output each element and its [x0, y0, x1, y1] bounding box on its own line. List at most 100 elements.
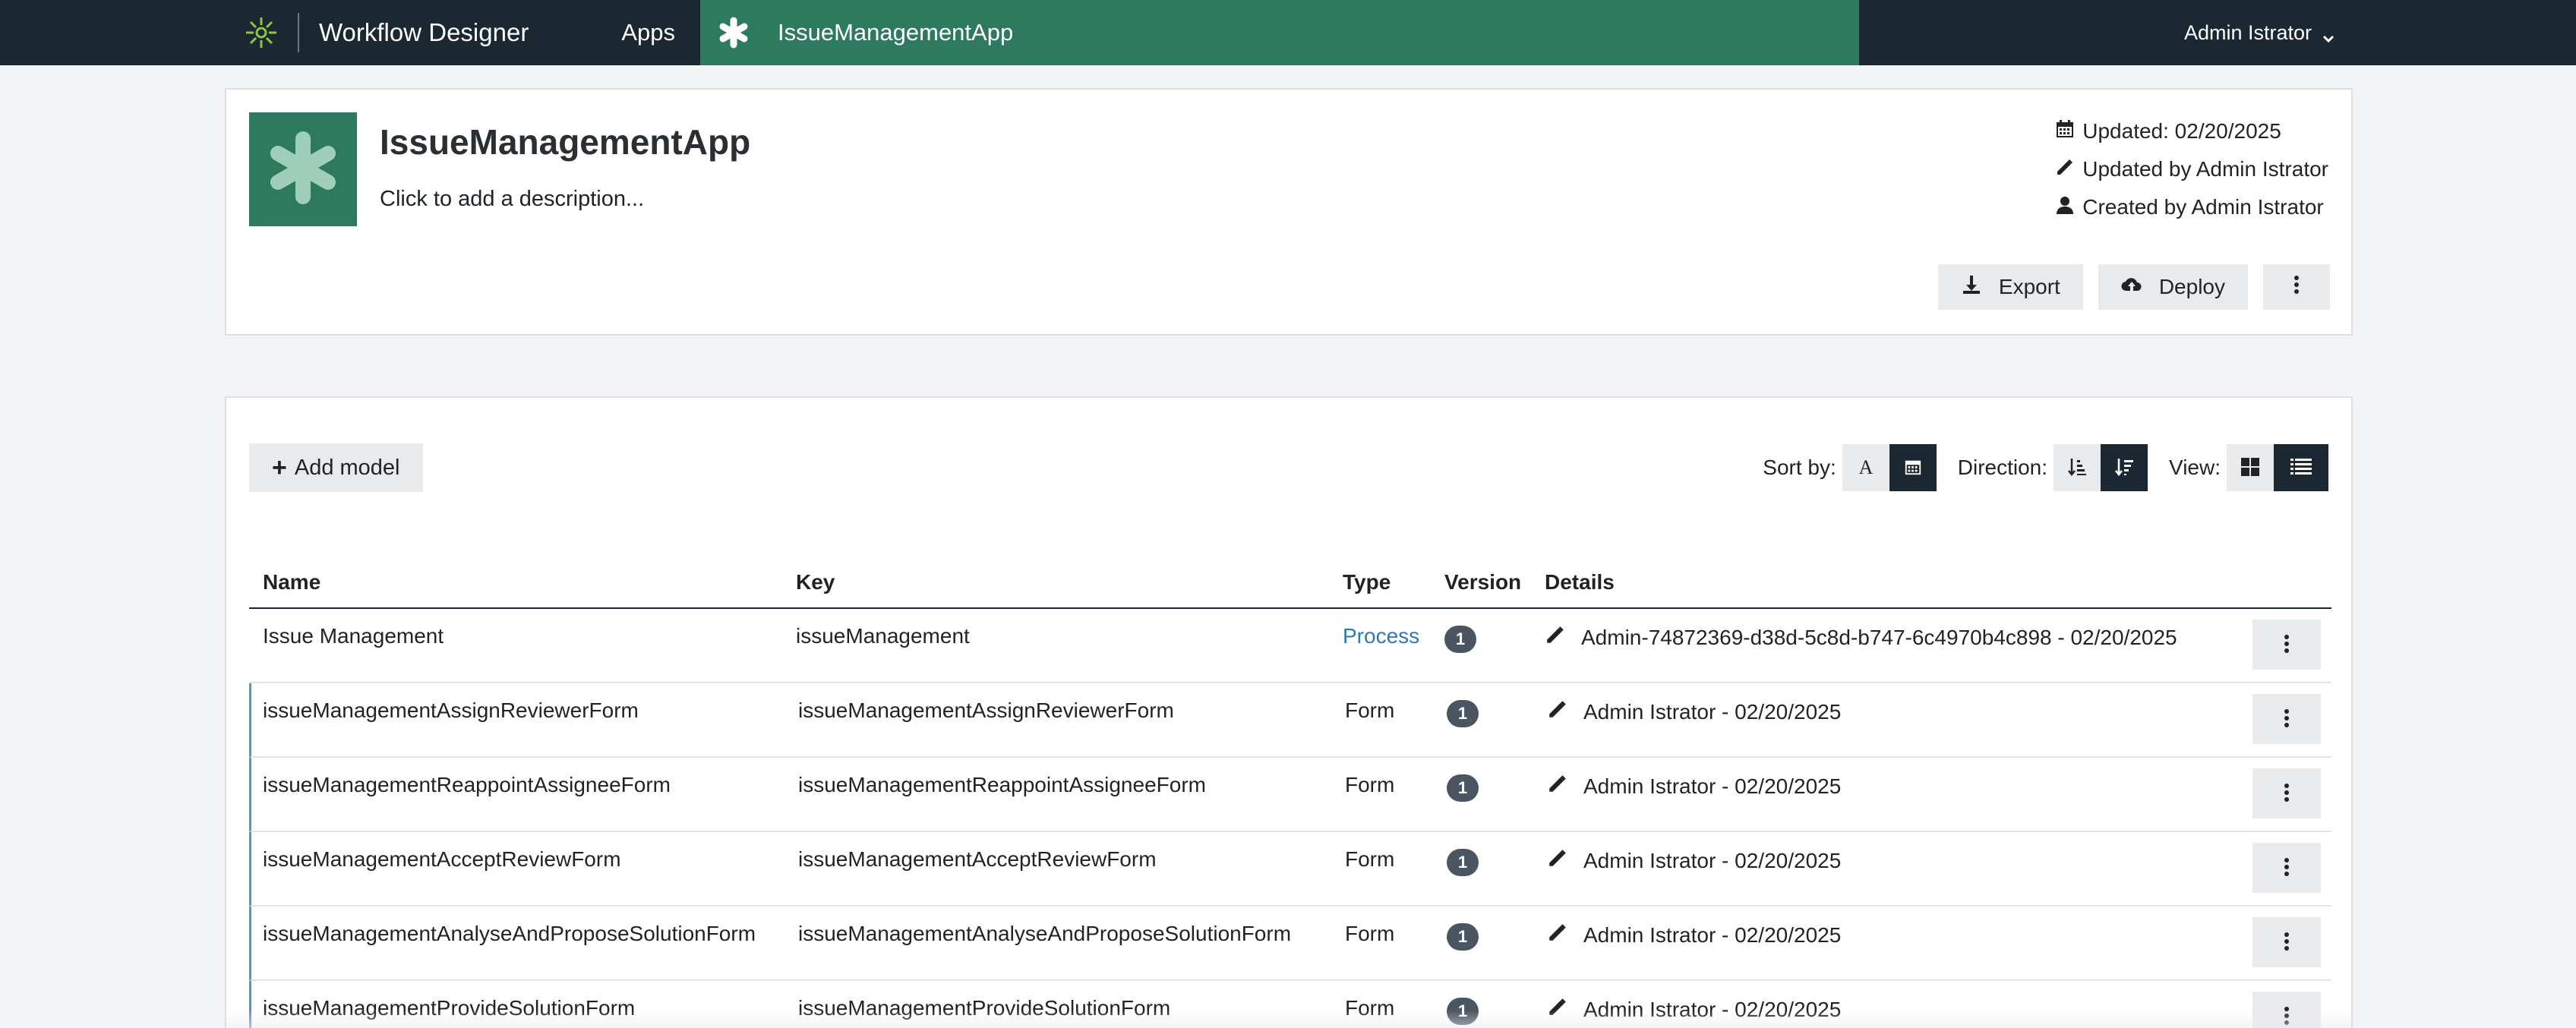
model-type: Form — [1345, 773, 1395, 796]
model-version-cell: 1 — [1447, 907, 1547, 951]
cloud-upload-icon — [2121, 274, 2159, 301]
nav-apps-link[interactable]: Apps — [621, 19, 675, 46]
models-table: Name Key Type Version Details Issue Mana… — [249, 557, 2331, 1028]
grid-view-button[interactable] — [2227, 444, 2274, 491]
direction-group — [2054, 444, 2148, 491]
model-name[interactable]: Issue Management — [249, 609, 796, 648]
table-row[interactable]: issueManagementAcceptReviewForm issueMan… — [249, 832, 2331, 907]
model-version-cell: 1 — [1447, 758, 1547, 802]
more-vertical-icon — [2276, 782, 2297, 806]
model-name[interactable]: issueManagementReappointAssigneeForm — [251, 758, 798, 797]
pencil-icon — [1547, 847, 1583, 874]
model-version-cell: 1 — [1447, 832, 1547, 876]
table-row[interactable]: issueManagementAnalyseAndProposeSolution… — [249, 907, 2331, 981]
sort-by-label: Sort by: — [1763, 456, 1836, 479]
model-key: issueManagementAcceptReviewForm — [798, 847, 1157, 871]
app-description[interactable]: Click to add a description... — [380, 187, 644, 212]
deploy-label: Deploy — [2158, 275, 2225, 298]
row-more-button[interactable] — [2252, 768, 2321, 818]
row-more-button[interactable] — [2252, 620, 2321, 670]
version-badge: 1 — [1444, 626, 1476, 653]
table-row[interactable]: issueManagementAssignReviewerForm issueM… — [249, 683, 2331, 758]
user-icon — [2055, 195, 2082, 220]
row-more-button[interactable] — [2252, 917, 2321, 967]
more-vertical-icon — [2276, 708, 2297, 731]
deploy-button[interactable]: Deploy — [2098, 264, 2248, 310]
model-type: Form — [1345, 922, 1395, 945]
export-button[interactable]: Export — [1937, 264, 2083, 310]
details-text: Admin Istrator - 02/20/2025 — [1583, 699, 1842, 724]
direction-label: Direction: — [1957, 456, 2048, 479]
created-by: Created by Admin Istrator — [2055, 188, 2328, 226]
app-metadata: Updated: 02/20/2025 Updated by Admin Ist… — [2055, 112, 2328, 226]
details-text: Admin Istrator - 02/20/2025 — [1583, 774, 1842, 798]
brand[interactable]: Workflow Designer — [0, 0, 529, 65]
brand-divider — [298, 13, 299, 52]
more-vertical-icon — [2276, 856, 2297, 880]
sort-ascending-icon — [2066, 456, 2088, 480]
pencil-icon — [2055, 157, 2082, 182]
table-header: Name Key Type Version Details — [249, 557, 2331, 609]
pencil-icon — [1547, 922, 1583, 948]
svg-text:A: A — [1858, 456, 1873, 478]
model-key: issueManagementReappointAssigneeForm — [798, 773, 1206, 796]
details-text: Admin Istrator - 02/20/2025 — [1583, 848, 1842, 872]
app-header-card: IssueManagementApp Click to add a descri… — [225, 88, 2353, 336]
pencil-icon — [1547, 698, 1583, 725]
row-more-button[interactable] — [2252, 694, 2321, 744]
row-more-button[interactable] — [2252, 843, 2321, 893]
version-badge: 1 — [1447, 774, 1479, 802]
chevron-down-icon — [2322, 27, 2334, 43]
add-model-button[interactable]: + Add model — [249, 443, 423, 492]
calendar-icon — [2055, 119, 2082, 144]
model-key: issueManagementAnalyseAndProposeSolution… — [798, 922, 1292, 945]
more-vertical-icon — [2276, 931, 2297, 954]
header-details[interactable]: Details — [1545, 570, 2331, 594]
sort-descending-button[interactable] — [2101, 444, 2148, 491]
table-row[interactable]: Issue Management issueManagement Process… — [249, 609, 2331, 683]
model-name[interactable]: issueManagementAnalyseAndProposeSolution… — [251, 907, 798, 946]
add-model-label: Add model — [294, 455, 400, 480]
header-type[interactable]: Type — [1343, 570, 1444, 594]
model-version-cell: 1 — [1444, 609, 1545, 653]
created-by-text: Created by Admin Istrator — [2082, 195, 2324, 219]
model-name[interactable]: issueManagementAcceptReviewForm — [251, 832, 798, 872]
sort-ascending-button[interactable] — [2054, 444, 2101, 491]
plus-icon: + — [272, 453, 287, 482]
user-name: Admin Istrator — [2183, 20, 2312, 44]
model-version-cell: 1 — [1447, 683, 1547, 727]
current-app-tab[interactable]: IssueManagementApp — [700, 0, 1859, 65]
model-type-link[interactable]: Process — [1343, 624, 1419, 648]
header-key[interactable]: Key — [796, 570, 1343, 594]
table-row[interactable]: issueManagementReappointAssigneeForm iss… — [249, 758, 2331, 832]
app-more-button[interactable] — [2263, 264, 2330, 310]
export-label: Export — [1998, 275, 2060, 298]
list-view-button[interactable] — [2274, 444, 2328, 491]
brand-title[interactable]: Workflow Designer — [319, 18, 529, 47]
updated-text: Updated: 02/20/2025 — [2082, 119, 2281, 143]
header-version[interactable]: Version — [1444, 570, 1545, 594]
model-key: issueManagementAssignReviewerForm — [798, 698, 1174, 722]
grid-icon — [2240, 456, 2261, 480]
asterisk-icon — [265, 130, 341, 210]
download-icon — [1961, 274, 1999, 301]
header-name[interactable]: Name — [249, 570, 796, 594]
model-type-cell: Process — [1343, 609, 1444, 648]
current-app-label: IssueManagementApp — [778, 19, 1014, 46]
user-menu[interactable]: Admin Istrator — [2184, 0, 2334, 65]
sort-date-button[interactable] — [1889, 444, 1937, 491]
more-vertical-icon — [2286, 274, 2307, 301]
sort-by-group: A — [1842, 444, 1937, 491]
model-details: Admin Istrator - 02/20/2025 — [1547, 907, 2331, 948]
version-badge: 1 — [1447, 849, 1479, 876]
details-text: Admin Istrator - 02/20/2025 — [1583, 922, 1842, 947]
models-card: + Add model Sort by: A Direction: View: … — [225, 396, 2353, 1028]
model-name[interactable]: issueManagementAssignReviewerForm — [251, 683, 798, 723]
model-details: Admin Istrator - 02/20/2025 — [1547, 683, 2331, 725]
list-toolbar: Sort by: A Direction: View: — [1763, 443, 2328, 492]
version-badge: 1 — [1447, 923, 1479, 951]
scroll-fade — [226, 1010, 2351, 1028]
view-label: View: — [2169, 456, 2221, 479]
updated-date: Updated: 02/20/2025 — [2055, 112, 2328, 150]
sort-alphabetical-button[interactable]: A — [1842, 444, 1889, 491]
